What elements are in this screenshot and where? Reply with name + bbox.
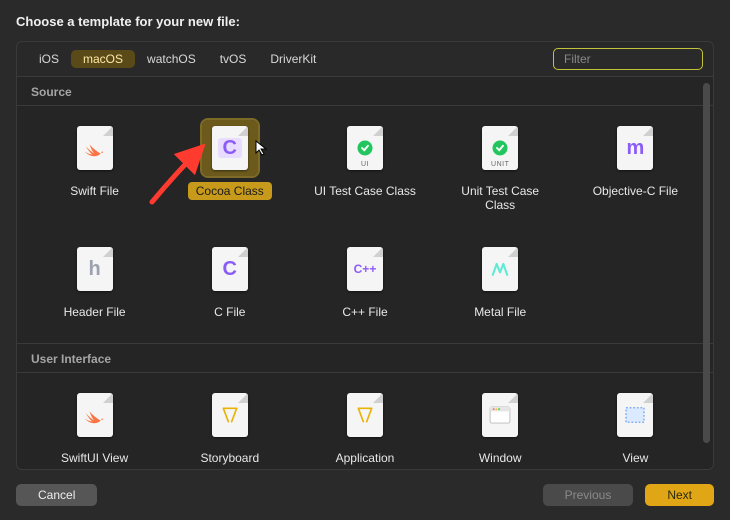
template-label: UI Test Case Class bbox=[306, 182, 424, 200]
source-templates-grid: Swift File C Cocoa Class UI UI Test Case… bbox=[17, 106, 713, 343]
platform-tabs: iOS macOS watchOS tvOS DriverKit bbox=[27, 50, 328, 68]
metal-icon bbox=[482, 247, 518, 291]
c-file-icon: C bbox=[212, 247, 248, 291]
template-header-file[interactable]: h Header File bbox=[27, 241, 162, 321]
section-header-ui: User Interface bbox=[17, 343, 713, 373]
template-label: Window bbox=[471, 449, 530, 467]
template-swiftui-view[interactable]: SwiftUI View bbox=[27, 387, 162, 467]
tab-tvos[interactable]: tvOS bbox=[208, 50, 259, 68]
vertical-scrollbar[interactable] bbox=[703, 83, 710, 443]
swift-file-icon bbox=[77, 126, 113, 170]
next-button[interactable]: Next bbox=[645, 484, 714, 506]
template-label: SwiftUI View bbox=[53, 449, 136, 467]
section-header-source: Source bbox=[17, 77, 713, 106]
header-icon: h bbox=[77, 247, 113, 291]
template-label: Swift File bbox=[62, 182, 127, 200]
platform-filter-bar: iOS macOS watchOS tvOS DriverKit bbox=[16, 41, 714, 76]
template-storyboard[interactable]: Storyboard bbox=[162, 387, 297, 467]
filter-field-wrap[interactable] bbox=[553, 48, 703, 70]
template-swift-file[interactable]: Swift File bbox=[27, 120, 162, 215]
dialog-title: Choose a template for your new file: bbox=[16, 14, 714, 29]
template-label: Unit Test Case Class bbox=[440, 182, 560, 215]
template-view[interactable]: View bbox=[568, 387, 703, 467]
template-label: Metal File bbox=[466, 303, 534, 321]
template-metal-file[interactable]: Metal File bbox=[433, 241, 568, 321]
template-cpp-file[interactable]: C++ C++ File bbox=[297, 241, 432, 321]
ui-templates-grid: SwiftUI View Storyboard Application bbox=[17, 373, 713, 469]
template-label: Header File bbox=[56, 303, 134, 321]
template-c-file[interactable]: C C File bbox=[162, 241, 297, 321]
badge-text: UI bbox=[361, 161, 369, 168]
cocoa-class-icon: C bbox=[212, 126, 248, 170]
previous-button[interactable]: Previous bbox=[543, 484, 634, 506]
template-label: Objective-C File bbox=[585, 182, 686, 200]
template-label: C File bbox=[206, 303, 253, 321]
tab-macos[interactable]: macOS bbox=[71, 50, 135, 68]
badge-text: UNIT bbox=[491, 161, 509, 168]
template-scroll-area: Source Swift File C Cocoa Class bbox=[16, 76, 714, 470]
template-label: View bbox=[614, 449, 656, 467]
filter-input[interactable] bbox=[564, 52, 719, 66]
window-icon bbox=[482, 393, 518, 437]
template-application[interactable]: Application bbox=[297, 387, 432, 467]
cpp-file-icon: C++ bbox=[347, 247, 383, 291]
template-label: Cocoa Class bbox=[188, 182, 272, 200]
unit-test-icon: UNIT bbox=[482, 126, 518, 170]
dialog-footer: Cancel Previous Next bbox=[16, 470, 714, 506]
tab-watchos[interactable]: watchOS bbox=[135, 50, 208, 68]
tab-ios[interactable]: iOS bbox=[27, 50, 71, 68]
tab-driverkit[interactable]: DriverKit bbox=[258, 50, 328, 68]
template-label: Application bbox=[328, 449, 403, 467]
template-ui-test-case[interactable]: UI UI Test Case Class bbox=[297, 120, 432, 215]
cancel-button[interactable]: Cancel bbox=[16, 484, 97, 506]
new-file-dialog: Choose a template for your new file: iOS… bbox=[0, 0, 730, 520]
template-label: Storyboard bbox=[192, 449, 267, 467]
template-cocoa-class[interactable]: C Cocoa Class bbox=[162, 120, 297, 215]
template-label: C++ File bbox=[334, 303, 395, 321]
storyboard-icon bbox=[212, 393, 248, 437]
template-window[interactable]: Window bbox=[433, 387, 568, 467]
swiftui-icon bbox=[77, 393, 113, 437]
template-unit-test-case[interactable]: UNIT Unit Test Case Class bbox=[433, 120, 568, 215]
template-objective-c[interactable]: m Objective-C File bbox=[568, 120, 703, 215]
application-icon bbox=[347, 393, 383, 437]
objc-icon: m bbox=[617, 126, 653, 170]
view-icon bbox=[617, 393, 653, 437]
ui-test-icon: UI bbox=[347, 126, 383, 170]
